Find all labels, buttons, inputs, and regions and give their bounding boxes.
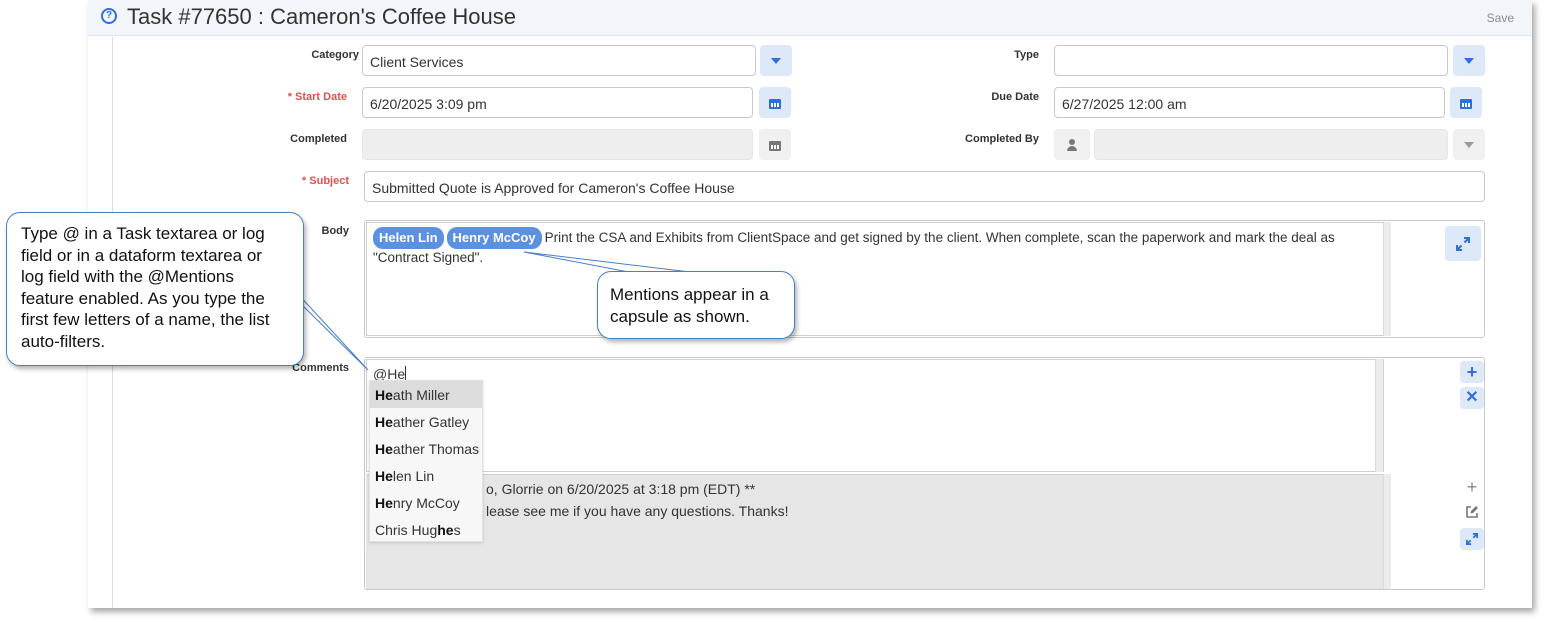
comments-input[interactable]: @He (366, 359, 1384, 472)
mention-option[interactable]: Henry McCoy (370, 489, 482, 516)
completed-calendar-button (759, 129, 791, 160)
body-scrollbar[interactable] (1383, 222, 1391, 336)
start-date-input[interactable]: 6/20/2025 3:09 pm (362, 87, 753, 118)
type-select[interactable] (1054, 45, 1448, 76)
task-form: Category Client Services Type * Start Da… (112, 37, 1532, 608)
category-select[interactable]: Client Services (362, 45, 756, 76)
start-date-label-text: Start Date (295, 91, 347, 103)
comments-field: @He + ✕ o, Glorrie on 6/20/2025 at 3:18 … (364, 357, 1485, 590)
mention-option[interactable]: Heath Miller (370, 381, 482, 408)
comments-log: o, Glorrie on 6/20/2025 at 3:18 pm (EDT)… (366, 474, 1384, 589)
mention-capsule[interactable]: Henry McCoy (446, 227, 542, 249)
due-date-input[interactable]: 6/27/2025 12:00 am (1054, 87, 1445, 118)
subject-label-text: Subject (309, 175, 349, 187)
caret-down-icon (1464, 57, 1474, 64)
required-marker: * (287, 91, 296, 103)
add-comment-button[interactable]: + (1460, 361, 1484, 383)
completed-by-user-button (1054, 129, 1090, 160)
mention-suggestion-list: Heath Miller Heather Gatley Heather Thom… (369, 380, 483, 542)
completed-input (362, 129, 753, 160)
category-label: Category (311, 49, 359, 61)
comments-log-line-2: lease see me if you have any questions. … (486, 503, 789, 519)
body-expand-button[interactable] (1445, 226, 1481, 261)
completed-by-input (1094, 129, 1448, 160)
text-cursor (405, 366, 407, 381)
save-button[interactable]: Save (1487, 11, 1514, 25)
due-date-label: Due Date (991, 91, 1039, 103)
caret-down-icon (771, 57, 781, 64)
completed-by-dropdown-button (1453, 129, 1485, 160)
comments-input-scrollbar[interactable] (1375, 359, 1383, 472)
caret-down-icon (1464, 141, 1474, 148)
expand-icon (1456, 236, 1470, 251)
completed-label: Completed (290, 133, 347, 145)
subject-label: * Subject (243, 175, 349, 187)
times-icon: ✕ (1465, 389, 1479, 406)
task-window: ? Task #77650 : Cameron's Coffee House S… (88, 0, 1532, 608)
completed-by-label: Completed By (965, 133, 1039, 145)
mention-option[interactable]: Helen Lin (370, 462, 482, 489)
subject-input[interactable]: Submitted Quote is Approved for Cameron'… (364, 171, 1485, 202)
comments-log-line-1: o, Glorrie on 6/20/2025 at 3:18 pm (EDT)… (486, 481, 756, 497)
type-dropdown-button[interactable] (1453, 45, 1485, 76)
type-label: Type (1014, 49, 1039, 61)
calendar-icon (1460, 97, 1472, 109)
plus-icon: + (1466, 362, 1478, 382)
cancel-comment-button[interactable]: ✕ (1460, 387, 1484, 409)
log-expand-button[interactable] (1460, 528, 1484, 550)
capsule-help-callout: Mentions appear in a capsule as shown. (597, 271, 795, 339)
mention-option[interactable]: Heather Thomas (370, 435, 482, 462)
question-circle-icon[interactable]: ? (101, 8, 117, 24)
page-title: Task #77650 : Cameron's Coffee House (127, 4, 517, 29)
edit-log-button[interactable] (1460, 501, 1484, 523)
due-date-calendar-button[interactable] (1450, 87, 1482, 118)
body-textarea[interactable]: Helen Lin Henry McCoy Print the CSA and Ex… (366, 222, 1391, 336)
mention-option[interactable]: Heather Gatley (370, 408, 482, 435)
start-date-calendar-button[interactable] (759, 87, 791, 118)
comments-log-scrollbar[interactable] (1383, 474, 1391, 589)
category-dropdown-button[interactable] (760, 45, 792, 76)
expand-icon (1466, 533, 1478, 545)
plus-icon: + (1466, 477, 1478, 497)
body-field: Helen Lin Henry McCoy Print the CSA and Ex… (364, 220, 1485, 338)
mentions-help-callout: Type @ in a Task textarea or log field o… (6, 212, 304, 366)
calendar-icon (769, 139, 781, 151)
start-date-label: * Start Date (243, 91, 347, 103)
task-header: ? Task #77650 : Cameron's Coffee House S… (88, 0, 1532, 36)
mention-capsule[interactable]: Helen Lin (373, 227, 444, 249)
add-log-button[interactable]: + (1460, 476, 1484, 498)
calendar-icon (769, 97, 781, 109)
mention-option[interactable]: Chris Hughes (370, 516, 482, 543)
user-icon (1066, 138, 1078, 151)
edit-icon (1466, 506, 1478, 518)
